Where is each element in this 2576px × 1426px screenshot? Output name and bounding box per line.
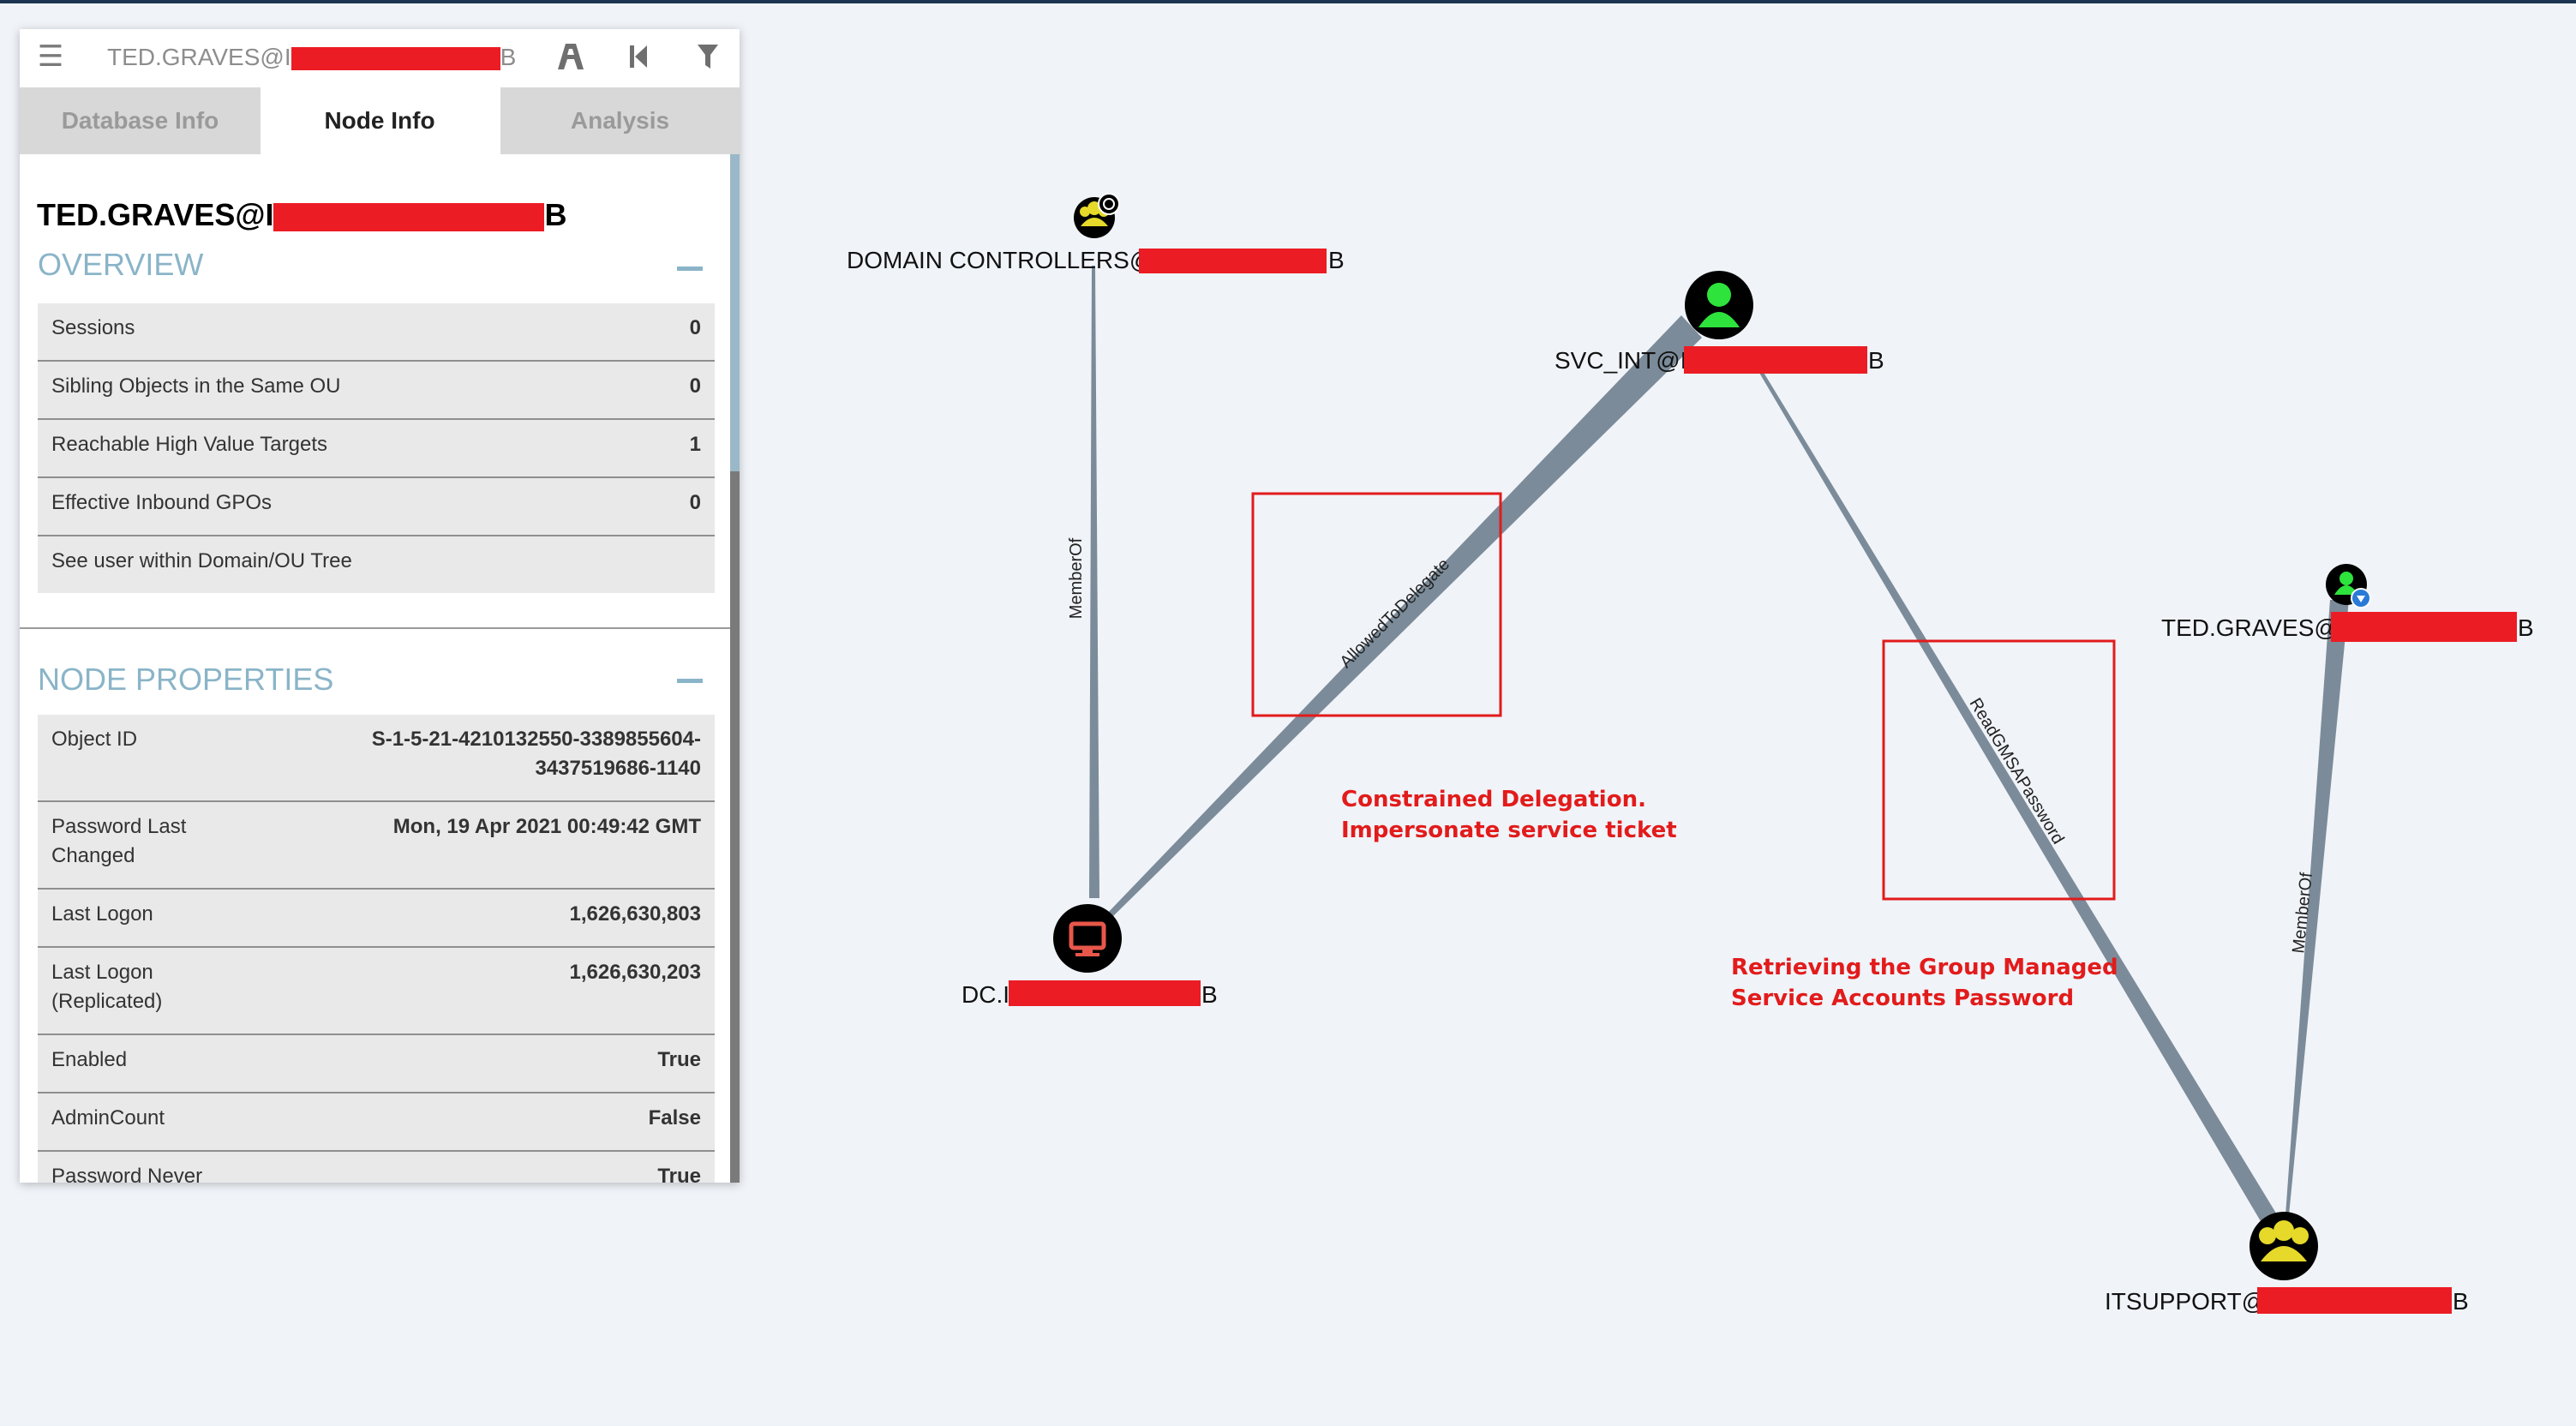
skip-back-icon[interactable]: [620, 29, 659, 84]
annotation-delegation: Constrained Delegation. Impersonate serv…: [1341, 784, 1677, 846]
filter-icon[interactable]: [688, 29, 728, 84]
user-icon: [1685, 271, 1753, 339]
table-row: Last Logon (Replicated) 1,626,630,203: [38, 948, 715, 1035]
table-row: Effective Inbound GPOs 0: [38, 478, 715, 536]
tab-database-info[interactable]: Database Info: [20, 87, 261, 154]
collapse-overview-button[interactable]: [677, 267, 703, 271]
table-row: Last Logon 1,626,630,803: [38, 890, 715, 948]
row-label: Sessions: [51, 316, 135, 339]
redaction: [2257, 1287, 2452, 1314]
row-value: 1,626,630,203: [569, 961, 701, 984]
redaction: [273, 202, 545, 231]
tab-node-info[interactable]: Node Info: [261, 87, 499, 154]
row-label: Password Never Expires: [51, 1165, 203, 1183]
table-row: Reachable High Value Targets 1: [38, 420, 715, 478]
node-domain-controllers[interactable]: DOMAIN CONTROLLERS@I B: [847, 193, 1345, 273]
search-value: TED.GRAVES@I: [107, 44, 291, 70]
edge-label-readgmsapassword: ReadGMSAPassword: [1966, 695, 2068, 848]
node-itsupport[interactable]: ITSUPPORT@I B: [2105, 1212, 2469, 1315]
edge-ted-memberof[interactable]: MemberOf: [2285, 600, 2349, 1215]
row-value[interactable]: 0: [690, 314, 701, 343]
redaction: [1684, 346, 1867, 374]
svg-text:B: B: [2453, 1288, 2469, 1315]
edge-label-allowedtodelegate: AllowedToDelegate: [1336, 554, 1453, 672]
row-value: Mon, 19 Apr 2021 00:49:42 GMT: [392, 815, 701, 838]
table-row: Object ID S-1-5-21-4210132550-3389855604…: [38, 715, 715, 802]
node-label: SVC_INT@I: [1555, 347, 1686, 374]
pathfinding-icon[interactable]: [549, 29, 592, 84]
svg-text:B: B: [2518, 614, 2534, 641]
search-bar: ☰ TED.GRAVES@I B: [20, 29, 740, 84]
edge-label-memberof: MemberOf: [1067, 537, 1086, 619]
node-label: ITSUPPORT@I: [2105, 1288, 2273, 1315]
row-label: Sibling Objects in the Same OU: [51, 374, 341, 398]
row-label: Password Last Changed: [51, 815, 187, 867]
annotation-box-delegation: [1251, 492, 1502, 717]
node-label: DC.I: [962, 981, 1009, 1008]
row-value: True: [657, 1048, 701, 1071]
properties-table: Object ID S-1-5-21-4210132550-3389855604…: [38, 715, 715, 1183]
edge-readgmsapassword[interactable]: ReadGMSAPassword: [1759, 371, 2285, 1236]
annotation-line: Retrieving the Group Managed: [1731, 955, 2118, 980]
scrollbar-thumb[interactable]: [730, 154, 740, 471]
row-label: See user within Domain/OU Tree: [51, 549, 352, 572]
redaction: [2331, 612, 2517, 642]
search-value-suffix: B: [500, 44, 517, 70]
row-value[interactable]: 1: [690, 430, 701, 459]
table-row: Sibling Objects in the Same OU 0: [38, 362, 715, 420]
redaction: [291, 47, 500, 71]
node-ted-graves[interactable]: TED.GRAVES@I B: [2161, 564, 2534, 642]
edge-dc-memberof[interactable]: MemberOf: [1067, 266, 1099, 898]
row-value[interactable]: 0: [690, 488, 701, 518]
row-value: S-1-5-21-4210132550-3389855604- 34375196…: [371, 728, 701, 780]
overview-table: Sessions 0 Sibling Objects in the Same O…: [38, 303, 715, 593]
redaction: [1139, 249, 1327, 273]
row-label: AdminCount: [51, 1106, 165, 1129]
overview-heading: OVERVIEW: [38, 247, 204, 282]
row-label: Object ID: [51, 728, 138, 751]
annotation-line: Service Accounts Password: [1731, 986, 2075, 1011]
group-icon: [2250, 1212, 2318, 1280]
table-row: AdminCount False: [38, 1093, 715, 1152]
row-label: Last Logon: [51, 902, 153, 926]
node-svc-int[interactable]: SVC_INT@I B: [1555, 271, 1884, 374]
svg-text:B: B: [1201, 981, 1218, 1008]
svg-text:B: B: [1868, 347, 1884, 374]
svg-text:B: B: [1328, 247, 1345, 273]
annotation-line: Impersonate service ticket: [1341, 818, 1677, 843]
node-info-panel: ☰ TED.GRAVES@I B Database Info Node Info …: [20, 29, 740, 1183]
row-label: Reachable High Value Targets: [51, 433, 327, 456]
node-title: TED.GRAVES@I B: [37, 197, 566, 233]
group-icon: [1074, 193, 1120, 238]
row-value: False: [648, 1106, 701, 1129]
search-input[interactable]: TED.GRAVES@I B: [107, 29, 516, 84]
tab-bar: Database Info Node Info Analysis: [20, 87, 740, 154]
hamburger-menu-icon[interactable]: ☰: [33, 29, 68, 84]
node-info-content[interactable]: TED.GRAVES@I B OVERVIEW Sessions 0 Siblin…: [20, 154, 730, 1183]
node-label: TED.GRAVES@I: [2161, 614, 2345, 641]
table-row: Enabled True: [38, 1035, 715, 1093]
node-title-text: TED.GRAVES@I: [37, 197, 274, 232]
annotation-line: Constrained Delegation.: [1341, 787, 1646, 812]
annotation-gmsa: Retrieving the Group Managed Service Acc…: [1731, 952, 2118, 1014]
row-value: 1,626,630,803: [569, 902, 701, 926]
row-value: True: [657, 1165, 701, 1183]
table-row: Password Never Expires True: [38, 1152, 715, 1183]
row-label: Enabled: [51, 1048, 128, 1071]
see-user-in-tree-link[interactable]: See user within Domain/OU Tree: [38, 536, 715, 593]
tab-analysis[interactable]: Analysis: [500, 87, 740, 154]
table-row: Password Last Changed Mon, 19 Apr 2021 0…: [38, 802, 715, 890]
node-properties-heading: NODE PROPERTIES: [38, 662, 334, 697]
computer-icon: [1053, 904, 1122, 973]
node-dc[interactable]: DC.I B: [962, 904, 1218, 1008]
table-row: Sessions 0: [38, 303, 715, 362]
section-divider: [20, 627, 730, 629]
row-label: Last Logon (Replicated): [51, 961, 163, 1013]
collapse-properties-button[interactable]: [677, 679, 703, 683]
redaction: [1009, 980, 1201, 1006]
node-label: DOMAIN CONTROLLERS@I: [847, 247, 1160, 273]
node-title-suffix: B: [544, 197, 567, 232]
row-value[interactable]: 0: [690, 372, 701, 401]
row-label: Effective Inbound GPOs: [51, 491, 273, 514]
